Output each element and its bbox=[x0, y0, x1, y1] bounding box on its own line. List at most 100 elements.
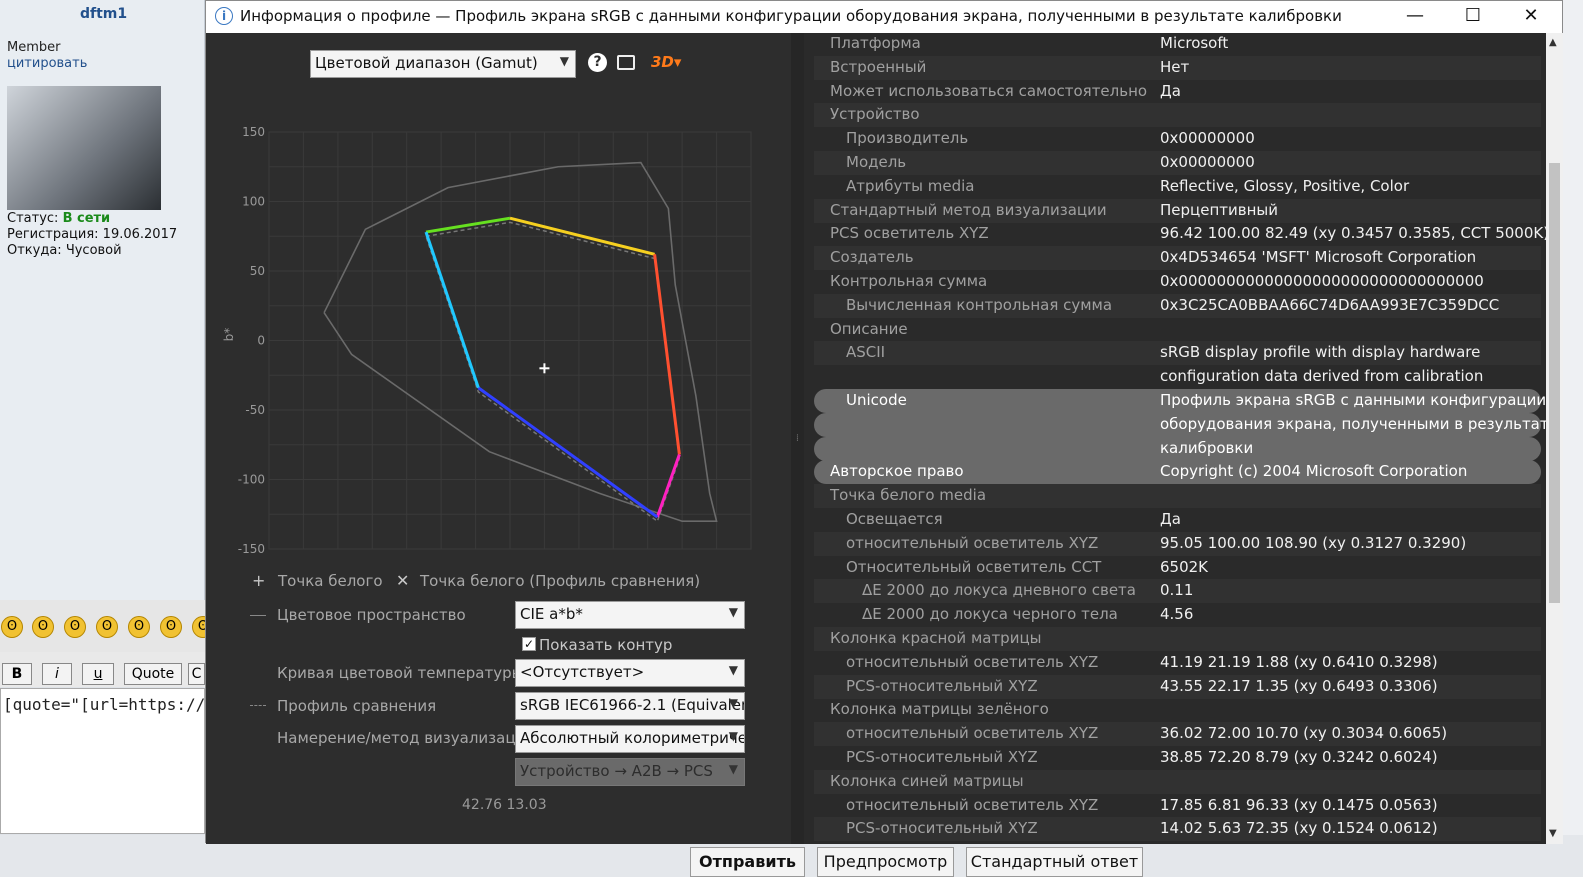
smiley-icon[interactable]: ʘ bbox=[32, 616, 54, 638]
table-row[interactable]: Вычисленная контрольная сумма 0x3C25CA0BB… bbox=[814, 293, 1541, 318]
row-value: Профиль экрана sRGB с данными конфигурац… bbox=[1160, 391, 1547, 409]
intent-select[interactable]: Абсолютный колориметриче ▼ bbox=[515, 725, 745, 753]
scroll-up-icon[interactable]: ▲ bbox=[1549, 37, 1557, 48]
table-row[interactable]: PCS-относительный XYZ 14.02 5.63 72.35 (x… bbox=[814, 817, 1541, 842]
row-value: 0.11 bbox=[1160, 581, 1194, 600]
preview-button[interactable]: Предпросмотр bbox=[817, 847, 954, 877]
y-tick-label: -50 bbox=[245, 403, 265, 417]
table-row[interactable]: Платформа Microsoft bbox=[814, 32, 1541, 56]
table-row[interactable]: Может использоваться самостоятельно Да bbox=[814, 80, 1541, 104]
3d-view-icon[interactable]: 3D▾ bbox=[651, 53, 681, 71]
table-row[interactable]: калибровки bbox=[814, 436, 1541, 461]
table-row[interactable]: Колонка матрицы зелёного bbox=[814, 698, 1541, 722]
intent-value: Абсолютный колориметриче bbox=[520, 729, 745, 747]
table-row[interactable]: Встроенный Нет bbox=[814, 55, 1541, 80]
smiley-icon[interactable]: ʘ bbox=[1, 616, 23, 638]
table-row[interactable]: Производитель 0x00000000 bbox=[814, 127, 1541, 151]
row-key: Описание bbox=[830, 319, 908, 338]
submit-button[interactable]: Отправить bbox=[690, 847, 805, 877]
table-row[interactable]: относительный осветитель XYZ 17.85 6.81 9… bbox=[814, 794, 1541, 818]
smiley-icon[interactable]: ʘ bbox=[128, 616, 150, 638]
y-tick-label: 0 bbox=[257, 334, 265, 348]
row-key: Авторское право bbox=[830, 462, 964, 481]
cross-icon: ✕ bbox=[396, 571, 410, 590]
chevron-down-icon: ▼ bbox=[728, 663, 738, 677]
row-key: Колонка матрицы зелёного bbox=[830, 700, 1049, 719]
underline-button[interactable]: u bbox=[82, 663, 114, 685]
row-value: 0x00000000 bbox=[1160, 129, 1255, 148]
table-row[interactable]: Авторское право Copyright (c) 2004 Micros… bbox=[814, 460, 1541, 485]
table-row[interactable]: Стандартный метод визуализации Перцептивн… bbox=[814, 198, 1541, 223]
table-row[interactable]: относительный осветитель XYZ 41.19 21.19 … bbox=[814, 651, 1541, 675]
table-row[interactable]: Unicode Профиль экрана sRGB с данными кон… bbox=[814, 389, 1546, 413]
standard-reply-button[interactable]: Стандартный ответ bbox=[966, 847, 1143, 877]
cct-curve-select[interactable]: <Отсутствует> ▼ bbox=[515, 659, 745, 687]
row-key: PCS-относительный XYZ bbox=[846, 748, 1038, 766]
table-row[interactable]: Контрольная сумма 0x000000000000000000000… bbox=[814, 270, 1541, 294]
row-key: Контрольная сумма bbox=[830, 272, 988, 290]
smiley-icon[interactable]: ʘ bbox=[160, 616, 182, 638]
show-outline-checkbox[interactable]: ✓ bbox=[522, 637, 536, 651]
cursor-coordinates: 42.76 13.03 bbox=[462, 797, 547, 813]
table-row[interactable]: Устройство bbox=[814, 103, 1541, 128]
table-row[interactable]: Модель 0x00000000 bbox=[814, 151, 1541, 175]
table-row[interactable]: относительный осветитель XYZ 36.02 72.00 … bbox=[814, 722, 1541, 747]
row-value: 6502K bbox=[1160, 557, 1209, 576]
row-value: sRGB display profile with display hardwa… bbox=[1160, 343, 1481, 362]
table-row[interactable]: Создатель 0x4D534654 'MSFT' Microsoft Cor… bbox=[814, 246, 1541, 271]
help-icon[interactable]: ? bbox=[588, 53, 607, 72]
table-row[interactable]: оборудования экрана, полученными в резул… bbox=[814, 412, 1558, 437]
row-key: PCS-относительный XYZ bbox=[846, 676, 1038, 695]
row-key: ΔE 2000 до локуса дневного света bbox=[862, 581, 1136, 600]
row-key: Стандартный метод визуализации bbox=[830, 200, 1107, 219]
username-link[interactable]: dftm1 bbox=[80, 6, 127, 22]
row-value: 95.05 100.00 108.90 (xy 0.3127 0.3290) bbox=[1160, 533, 1467, 552]
view-select[interactable]: Цветовой диапазон (Gamut) ▼ bbox=[310, 50, 576, 78]
row-key: относительный осветитель XYZ bbox=[846, 652, 1099, 671]
intent-label: Намерение/метод визуализации bbox=[277, 729, 536, 747]
title-bar[interactable]: i Информация о профиле — Профиль экрана … bbox=[206, 1, 1562, 33]
quote-link[interactable]: цитировать bbox=[7, 56, 87, 71]
minimize-button[interactable]: — bbox=[1386, 1, 1444, 31]
table-row[interactable]: относительный осветитель XYZ 95.05 100.00… bbox=[814, 531, 1541, 556]
y-tick-label: 150 bbox=[242, 125, 265, 139]
table-row[interactable]: Точка белого media bbox=[814, 484, 1541, 509]
ref-profile-select[interactable]: sRGB IEC61966-2.1 (Equivalent ▼ bbox=[515, 692, 745, 720]
image-icon[interactable] bbox=[617, 55, 635, 70]
table-row[interactable]: ΔE 2000 до локуса дневного света 0.11 bbox=[814, 579, 1541, 604]
smiley-icon[interactable]: ʘ bbox=[96, 616, 118, 638]
table-row[interactable]: configuration data derived from calibrat… bbox=[814, 365, 1541, 389]
italic-button[interactable]: i bbox=[42, 663, 72, 685]
bold-button[interactable]: B bbox=[2, 663, 32, 685]
table-row[interactable]: ΔE 2000 до локуса черного тела 4.56 bbox=[814, 603, 1541, 627]
close-button[interactable]: ✕ bbox=[1502, 1, 1560, 31]
row-value: Да bbox=[1160, 510, 1181, 528]
message-editor[interactable]: [quote="[url=https://foru bbox=[0, 688, 205, 834]
quote-button[interactable]: Quote bbox=[124, 663, 182, 685]
cct-curve-value: <Отсутствует> bbox=[520, 663, 645, 681]
row-key: Платформа bbox=[830, 34, 921, 52]
pane-splitter[interactable]: ⁞ bbox=[791, 33, 804, 844]
table-row[interactable]: Атрибуты media Reflective, Glossy, Positi… bbox=[814, 175, 1541, 199]
y-tick-label: 100 bbox=[242, 195, 265, 209]
table-row[interactable]: PCS-относительный XYZ 38.85 72.20 8.79 (x… bbox=[814, 746, 1541, 770]
status-label: Статус: bbox=[7, 211, 59, 226]
table-row[interactable]: Относительный осветитель CCT 6502K bbox=[814, 556, 1541, 580]
color-space-select[interactable]: CIE a*b* ▼ bbox=[515, 601, 745, 629]
table-row[interactable]: Колонка красной матрицы bbox=[814, 627, 1541, 651]
scrollbar-thumb[interactable] bbox=[1549, 163, 1560, 603]
dashed-line-icon bbox=[250, 705, 266, 706]
maximize-button[interactable]: ☐ bbox=[1444, 1, 1502, 31]
scroll-down-icon[interactable]: ▼ bbox=[1549, 828, 1557, 839]
smiley-icon[interactable]: ʘ bbox=[64, 616, 86, 638]
table-row[interactable]: Освещается Да bbox=[814, 508, 1541, 532]
table-row[interactable]: PCS осветитель XYZ 96.42 100.00 82.49 (xy… bbox=[814, 222, 1549, 246]
table-row[interactable]: ASCII sRGB display profile with display h… bbox=[814, 341, 1541, 366]
row-key: PCS осветитель XYZ bbox=[830, 224, 989, 243]
forum-user-panel: dftm1 Member цитировать Статус: В сети Р… bbox=[0, 0, 205, 600]
table-row[interactable]: PCS-относительный XYZ 43.55 22.17 1.35 (x… bbox=[814, 674, 1541, 699]
code-button[interactable]: C bbox=[188, 663, 205, 685]
table-row[interactable]: Колонка синей матрицы bbox=[814, 769, 1541, 794]
color-space-label: Цветовое пространство bbox=[277, 606, 466, 624]
table-row[interactable]: Описание bbox=[814, 318, 1541, 342]
